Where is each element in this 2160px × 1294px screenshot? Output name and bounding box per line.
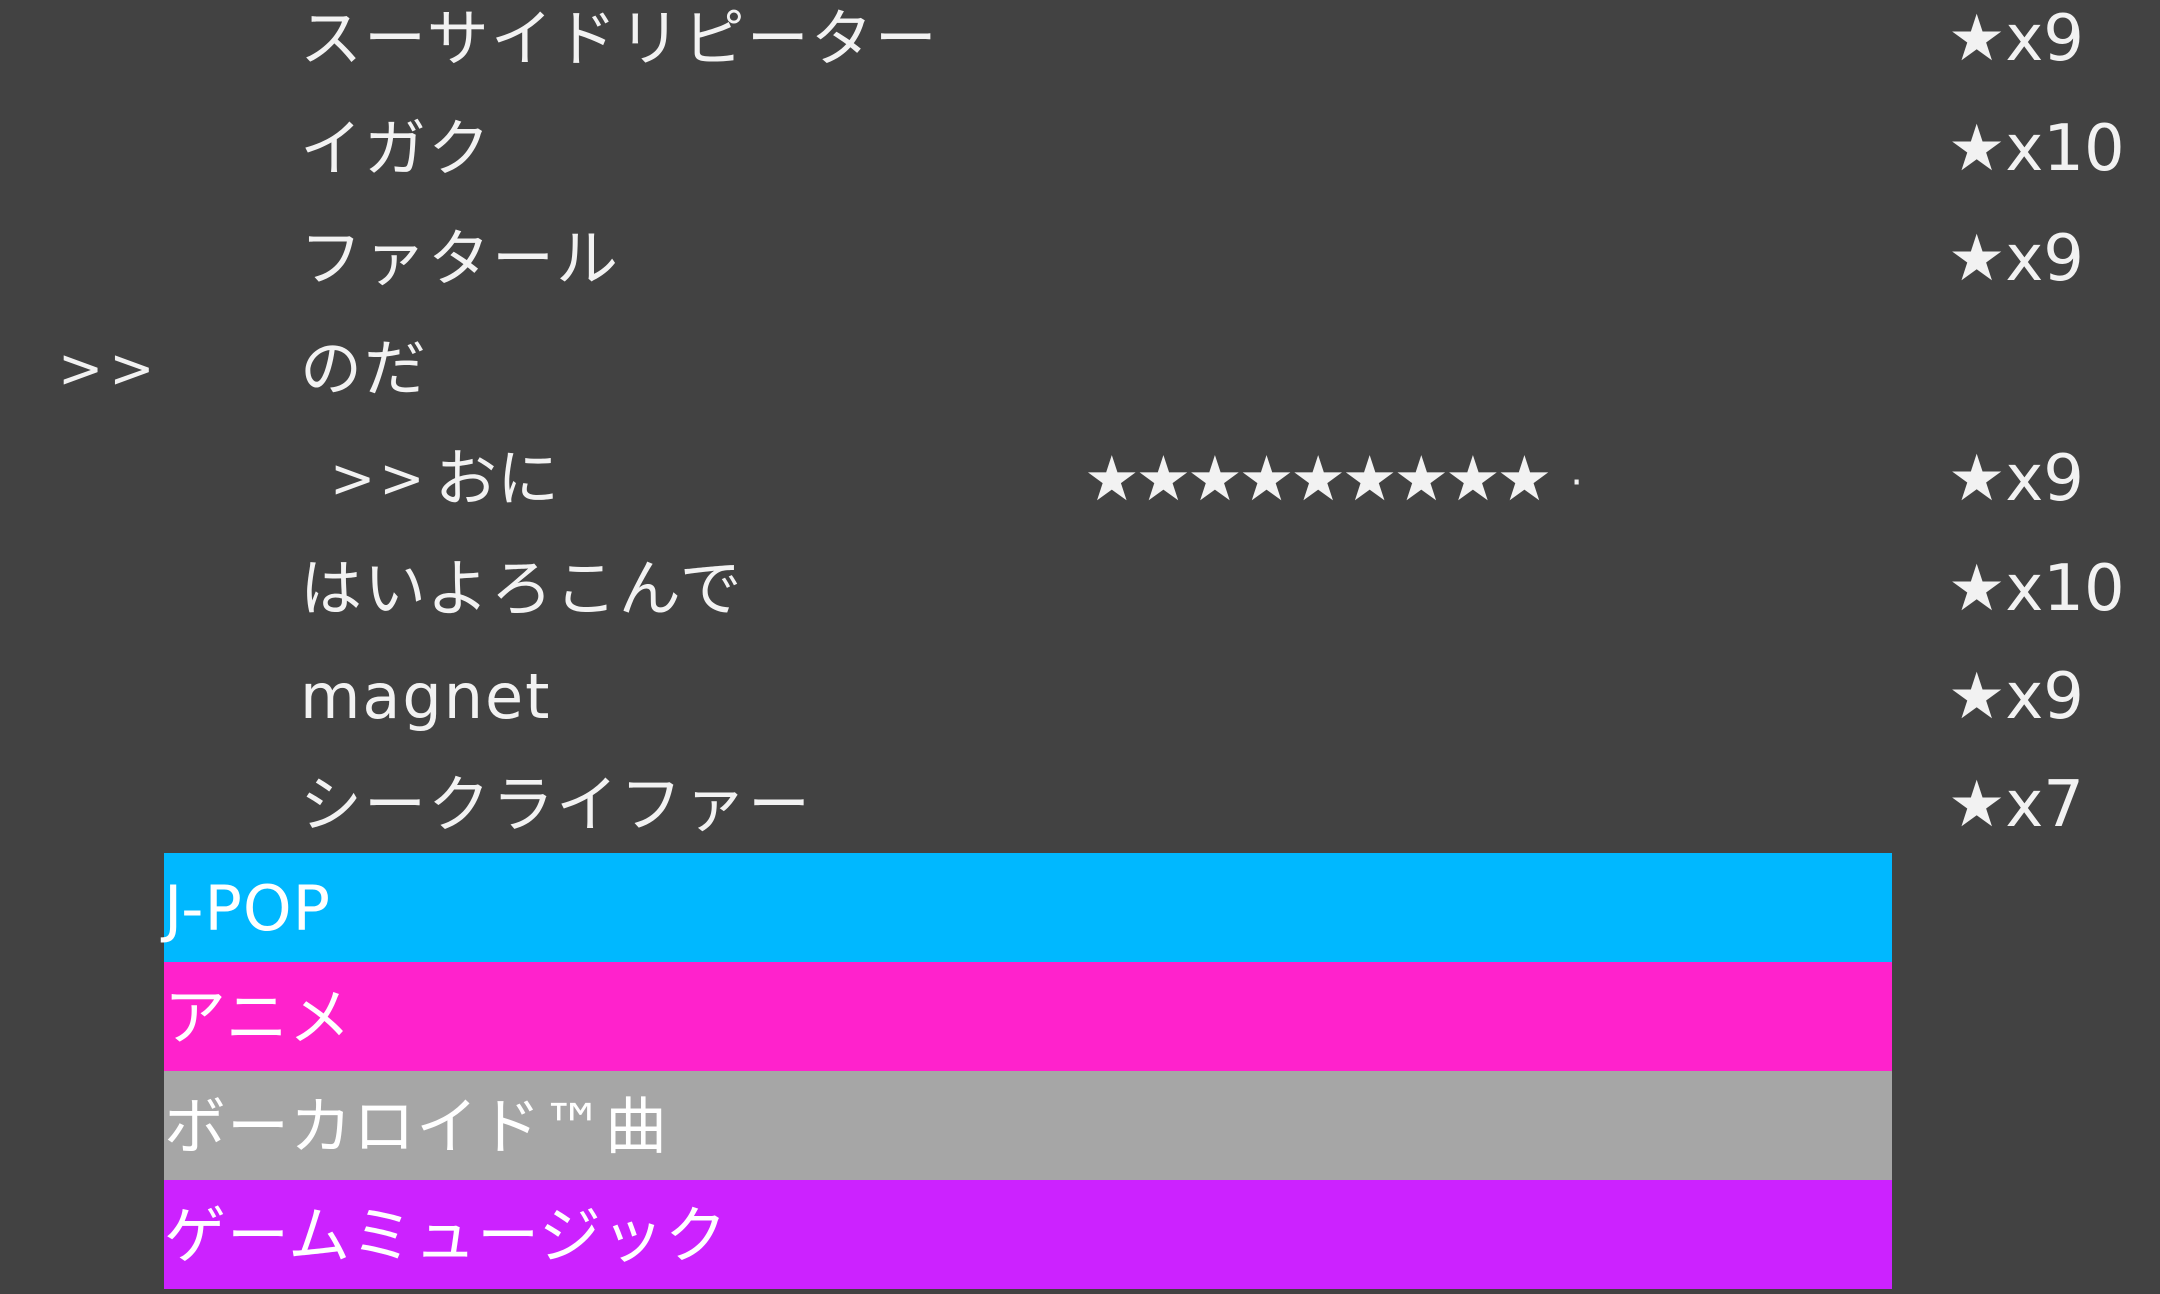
song-title: magnet: [300, 660, 552, 733]
genre-bar-jpop[interactable]: J-POP: [164, 853, 1892, 962]
song-row[interactable]: magnet ★x9: [0, 642, 2160, 752]
genre-label: J-POP: [164, 872, 332, 945]
song-level: ★x7: [1948, 768, 2084, 842]
song-level: ★x10: [1948, 552, 2125, 626]
genre-bar-vocaloid[interactable]: ボーカロイド™曲: [164, 1071, 1892, 1180]
song-row[interactable]: シークライファー ★x7: [0, 750, 2160, 860]
song-title: スーサイドリピーター: [300, 2, 939, 75]
song-title: のだ: [300, 332, 429, 405]
genre-bar-anime[interactable]: アニメ: [164, 962, 1892, 1071]
song-row[interactable]: ファタール ★x9: [0, 204, 2160, 314]
course-cursor: >>: [330, 447, 429, 510]
song-level: ★x10: [1948, 112, 2125, 186]
genre-label: ゲームミュージック: [164, 1199, 728, 1272]
genre-label: アニメ: [164, 981, 352, 1054]
course-row[interactable]: >> おに ★★★★★★★★★ · ★x9: [0, 424, 2160, 534]
song-level: ★x9: [1948, 222, 2084, 296]
song-title: はいよろこんで: [300, 552, 744, 625]
song-level: ★x9: [1948, 2, 2084, 76]
course-name: おに: [435, 442, 560, 515]
song-row-selected[interactable]: >> のだ: [0, 314, 2160, 424]
genre-label: ボーカロイド™曲: [164, 1090, 669, 1163]
genre-bar-game-music[interactable]: ゲームミュージック: [164, 1180, 1892, 1289]
song-title: ファタール: [300, 222, 621, 295]
course-level: ★x9: [1948, 442, 2084, 516]
song-row[interactable]: スーサイドリピーター ★x9: [0, 0, 2160, 94]
difficulty-star-empty-dot: ·: [1570, 459, 1583, 506]
song-title: イガク: [300, 112, 493, 185]
song-row[interactable]: イガク ★x10: [0, 94, 2160, 204]
difficulty-star-meter: ★★★★★★★★★ ·: [1084, 424, 1583, 538]
song-level: ★x9: [1948, 660, 2084, 734]
difficulty-stars: ★★★★★★★★★: [1084, 442, 1552, 515]
selection-cursor: >>: [58, 337, 161, 400]
song-row[interactable]: はいよろこんで ★x10: [0, 534, 2160, 644]
song-title: シークライファー: [300, 768, 813, 841]
